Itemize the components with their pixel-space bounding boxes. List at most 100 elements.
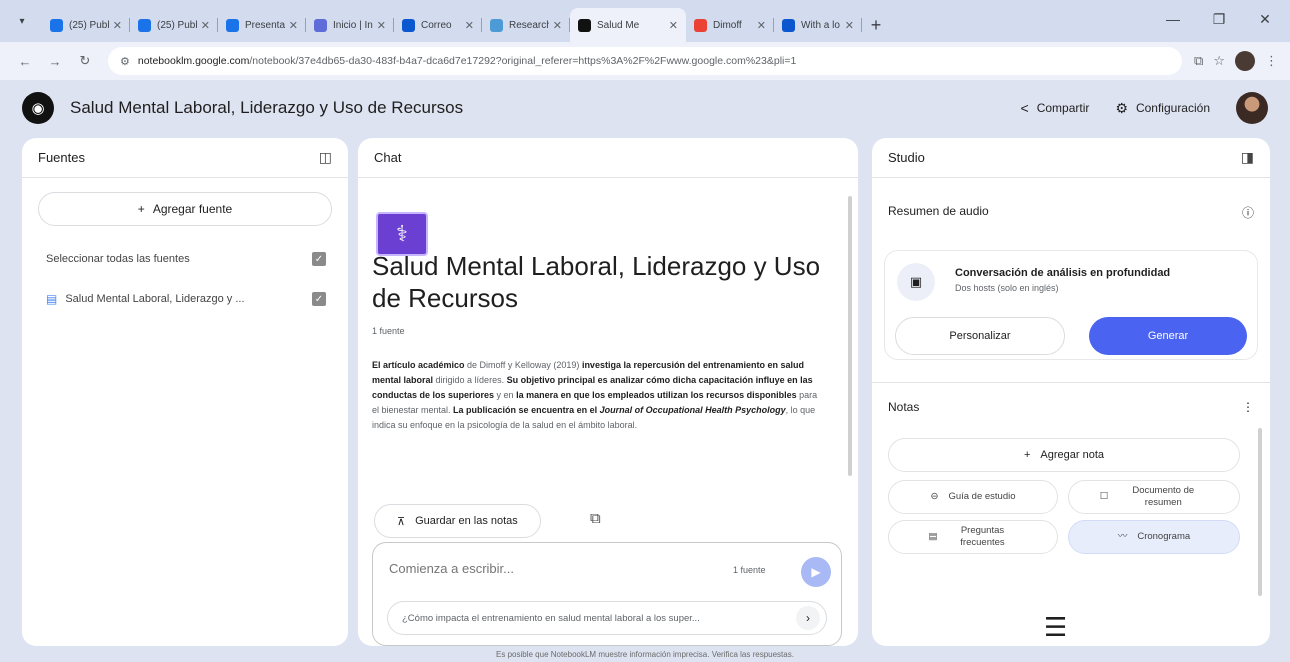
save-to-notes-label: Guardar en las notas (415, 515, 518, 527)
chat-input[interactable] (389, 561, 689, 576)
study-guide-button[interactable]: ⊖ Guía de estudio (888, 480, 1058, 514)
tab-close-icon[interactable]: ✕ (669, 19, 678, 32)
tab-close-icon[interactable]: ✕ (757, 19, 766, 32)
send-button[interactable]: ▶ (801, 557, 831, 587)
customize-button[interactable]: Personalizar (895, 317, 1065, 355)
studio-scrollbar[interactable] (1258, 428, 1262, 596)
browser-tab[interactable]: Dimoff ✕ (686, 8, 774, 42)
info-icon[interactable]: ⓘ (1242, 204, 1254, 221)
tab-title: Research (509, 19, 549, 31)
tab-close-icon[interactable]: ✕ (113, 19, 122, 32)
tab-search-icon[interactable]: ▾ (8, 7, 36, 35)
source-item-label-wrap: ▤ Salud Mental Laboral, Liderazgo y ... (46, 292, 245, 306)
browser-tabstrip: ▾ (25) Publ ✕ (25) Publ ✕ Presenta ✕ Inicio | … (0, 0, 1290, 42)
reload-icon[interactable]: ↻ (72, 48, 98, 74)
chevron-right-icon[interactable]: › (796, 606, 820, 630)
site-info-icon[interactable]: ⚙ (120, 55, 130, 68)
forward-icon[interactable]: → (42, 48, 68, 74)
profile-avatar[interactable] (1235, 51, 1255, 71)
add-note-button[interactable]: + Agregar nota (888, 438, 1240, 472)
tab-favicon-icon (402, 18, 415, 32)
add-source-label: Agregar fuente (152, 202, 233, 216)
tab-list: (25) Publ ✕ (25) Publ ✕ Presenta ✕ Inicio | In… (42, 8, 862, 42)
select-all-row[interactable]: Seleccionar todas las fuentes ✓ (22, 248, 348, 270)
summary-doc-icon: ☐ (1099, 491, 1109, 502)
tab-close-icon[interactable]: ✕ (377, 19, 386, 32)
select-all-label: Seleccionar todas las fuentes (46, 253, 190, 265)
back-icon[interactable]: ← (12, 48, 38, 74)
browser-tab[interactable]: Inicio | In ✕ (306, 8, 394, 42)
audio-card-title: Conversación de análisis en profundidad (955, 267, 1171, 279)
study-guide-label: Guía de estudio (948, 491, 1016, 502)
cast-icon[interactable]: ⧉ (1194, 53, 1203, 69)
notebook-title[interactable]: Salud Mental Laboral, Liderazgo y Uso de… (70, 98, 1021, 118)
copy-icon[interactable]: ⧉ (590, 510, 601, 527)
notes-header: Notas ⋮ (888, 400, 1254, 414)
timeline-icon: 〰 (1117, 531, 1128, 542)
browser-tab[interactable]: With a lo ✕ (774, 8, 862, 42)
notes-menu-icon[interactable]: ⋮ (1242, 400, 1254, 414)
browser-tab[interactable]: Salud Me ✕ (570, 8, 686, 42)
browser-tab[interactable]: (25) Publ ✕ (130, 8, 218, 42)
browser-tab[interactable]: Correo ✕ (394, 8, 482, 42)
close-window-icon[interactable]: ✕ (1248, 4, 1282, 34)
tab-title: Dimoff (713, 19, 742, 31)
studio-panel: Studio ◨ Resumen de audio ⓘ ▣ Conversaci… (872, 138, 1270, 646)
tab-title: Presenta (245, 19, 285, 31)
notebooklm-logo-icon[interactable]: ◉ (22, 92, 54, 124)
chat-panel: Chat ⚕ Salud Mental Laboral, Liderazgo y… (358, 138, 858, 646)
timeline-button[interactable]: 〰 Cronograma (1068, 520, 1240, 554)
restore-icon[interactable]: ❐ (1202, 4, 1236, 34)
navbar-right: ⧉ ☆ ⋮ (1194, 51, 1278, 71)
source-item-checkbox[interactable]: ✓ (312, 292, 326, 306)
suggested-question-text: ¿Cómo impacta el entrenamiento en salud … (402, 612, 700, 624)
tab-close-icon[interactable]: ✕ (845, 19, 854, 32)
bookmark-star-icon[interactable]: ☆ (1213, 53, 1225, 69)
tab-close-icon[interactable]: ✕ (201, 19, 210, 32)
window-controls: — ❐ ✕ (1156, 4, 1282, 34)
studio-title: Studio (888, 150, 925, 165)
chat-composer: 1 fuente ▶ ¿Cómo impacta el entrenamient… (372, 542, 842, 646)
save-to-notes-button[interactable]: ⊼ Guardar en las notas (374, 504, 541, 538)
collapse-panel-icon[interactable]: ◫ (319, 149, 332, 166)
summary-doc-button[interactable]: ☐ Documento de resumen (1068, 480, 1240, 514)
audio-overview-card: ▣ Conversación de análisis en profundida… (884, 250, 1258, 360)
url-path: /notebook/37e4db65-da30-483f-b4a7-dca6d7… (249, 55, 797, 67)
audio-overview-title: Resumen de audio (888, 204, 989, 218)
tab-close-icon[interactable]: ✕ (289, 19, 298, 32)
summary-doc-label: Documento de resumen (1132, 485, 1195, 508)
collapse-studio-icon[interactable]: ◨ (1241, 149, 1254, 166)
browser-tab[interactable]: (25) Publ ✕ (42, 8, 130, 42)
gear-icon: ⚙ (1115, 99, 1128, 116)
suggested-question[interactable]: ¿Cómo impacta el entrenamiento en salud … (387, 601, 827, 635)
faq-button[interactable]: ▤ Preguntas frecuentes (888, 520, 1058, 554)
study-guide-icon: ⊖ (930, 491, 939, 502)
sources-title: Fuentes (38, 150, 85, 165)
source-item[interactable]: ▤ Salud Mental Laboral, Liderazgo y ... … (22, 288, 348, 310)
share-label: Compartir (1036, 101, 1090, 115)
tab-close-icon[interactable]: ✕ (553, 19, 562, 32)
add-source-button[interactable]: + Agregar fuente (38, 192, 332, 226)
audio-file-icon: ▣ (897, 263, 935, 301)
notebook-summary: El artículo académico de Dimoff y Kellow… (372, 360, 818, 430)
share-icon: < (1020, 100, 1029, 116)
tab-title: Inicio | In (333, 19, 373, 31)
generate-button[interactable]: Generar (1089, 317, 1247, 355)
tab-title: Salud Me (597, 19, 640, 31)
tab-favicon-icon (138, 18, 151, 32)
new-tab-icon[interactable]: + (862, 8, 890, 42)
app-header: ◉ Salud Mental Laboral, Liderazgo y Uso … (0, 80, 1290, 136)
browser-menu-icon[interactable]: ⋮ (1265, 53, 1278, 69)
share-button[interactable]: < Compartir (1021, 100, 1090, 116)
notes-document-icon: ☰ (1044, 612, 1068, 642)
minimize-icon[interactable]: — (1156, 4, 1190, 34)
browser-tab[interactable]: Presenta ✕ (218, 8, 306, 42)
plus-icon: + (1023, 449, 1031, 461)
chat-scrollbar[interactable] (848, 196, 852, 476)
tab-close-icon[interactable]: ✕ (465, 19, 474, 32)
settings-button[interactable]: ⚙ Configuración (1115, 100, 1210, 117)
select-all-checkbox[interactable]: ✓ (312, 252, 326, 266)
address-bar[interactable]: ⚙ notebooklm.google.com/notebook/37e4db6… (108, 47, 1183, 75)
browser-tab[interactable]: Research ✕ (482, 8, 570, 42)
user-avatar[interactable] (1236, 92, 1268, 124)
